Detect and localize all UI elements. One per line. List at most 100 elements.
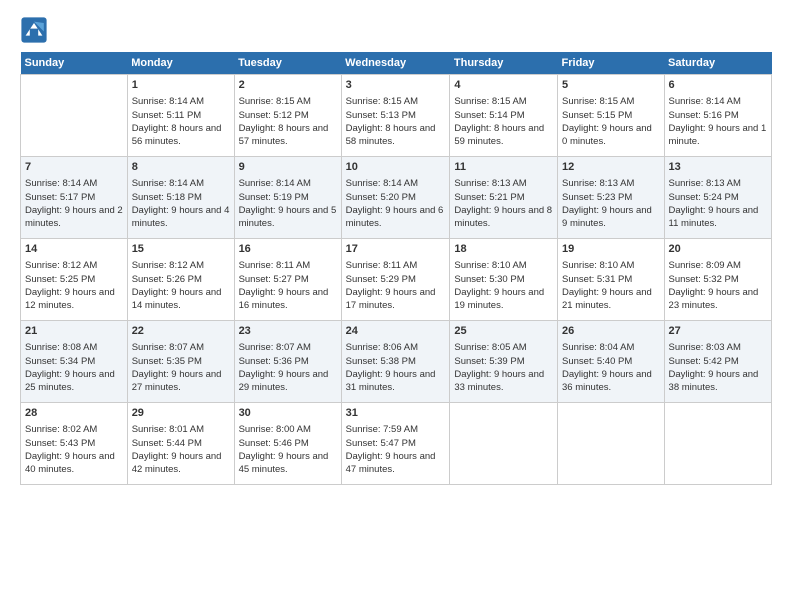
day-number: 10 [346,160,446,175]
sunset: Sunset: 5:34 PM [25,356,95,367]
calendar-day: 19Sunrise: 8:10 AMSunset: 5:31 PMDayligh… [558,239,665,321]
sunrise: Sunrise: 8:12 AM [25,260,97,271]
calendar-week: 1Sunrise: 8:14 AMSunset: 5:11 PMDaylight… [21,75,772,157]
sunrise: Sunrise: 8:15 AM [562,96,634,107]
calendar-day: 16Sunrise: 8:11 AMSunset: 5:27 PMDayligh… [234,239,341,321]
sunrise: Sunrise: 8:15 AM [239,96,311,107]
daylight: Daylight: 9 hours and 40 minutes. [25,451,115,475]
sunset: Sunset: 5:13 PM [346,110,416,121]
calendar-day: 10 Sunrise: 8:14 AM Sunset: 5:20 PM Dayligh… [341,157,450,239]
day-number: 12 [562,160,660,175]
calendar-day: 5Sunrise: 8:15 AMSunset: 5:15 PMDaylight… [558,75,665,157]
calendar-day [558,403,665,485]
daylight: Daylight: 8 hours and 56 minutes. [132,123,222,147]
day-number: 13 [669,160,767,175]
calendar-day: 23Sunrise: 8:07 AMSunset: 5:36 PMDayligh… [234,321,341,403]
sunrise: Sunrise: 8:02 AM [25,424,97,435]
calendar-day: 11Sunrise: 8:13 AMSunset: 5:21 PMDayligh… [450,157,558,239]
daylight: Daylight: 9 hours and 1 minute. [669,123,767,147]
sunrise: Sunrise: 8:14 AM [346,178,418,189]
sunset: Sunset: 5:18 PM [132,192,202,203]
weekday-header: Sunday [21,52,128,75]
sunset: Sunset: 5:20 PM [346,192,416,203]
sunset: Sunset: 5:27 PM [239,274,309,285]
daylight: Daylight: 9 hours and 6 minutes. [346,205,444,229]
sunset: Sunset: 5:35 PM [132,356,202,367]
day-number: 5 [562,78,660,93]
daylight: Daylight: 9 hours and 42 minutes. [132,451,222,475]
daylight: Daylight: 9 hours and 11 minutes. [669,205,759,229]
day-number: 20 [669,242,767,257]
day-number: 29 [132,406,230,421]
day-number: 31 [346,406,446,421]
sunset: Sunset: 5:44 PM [132,438,202,449]
sunset: Sunset: 5:23 PM [562,192,632,203]
weekday-header: Saturday [664,52,771,75]
calendar-day: 29 Sunrise: 8:01 AM Sunset: 5:44 PM Dayligh… [127,403,234,485]
daylight: Daylight: 9 hours and 4 minutes. [132,205,230,229]
daylight: Daylight: 9 hours and 5 minutes. [239,205,337,229]
sunrise: Sunrise: 7:59 AM [346,424,418,435]
sunrise: Sunrise: 8:14 AM [132,96,204,107]
sunset: Sunset: 5:15 PM [562,110,632,121]
calendar-day: 28 Sunrise: 8:02 AM Sunset: 5:43 PM Dayligh… [21,403,128,485]
sunset: Sunset: 5:26 PM [132,274,202,285]
calendar-header: SundayMondayTuesdayWednesdayThursdayFrid… [21,52,772,75]
day-number: 15 [132,242,230,257]
sunrise: Sunrise: 8:10 AM [454,260,526,271]
calendar-week: 14Sunrise: 8:12 AMSunset: 5:25 PMDayligh… [21,239,772,321]
weekday-header: Monday [127,52,234,75]
calendar-day: 18Sunrise: 8:10 AMSunset: 5:30 PMDayligh… [450,239,558,321]
calendar-day: 21Sunrise: 8:08 AMSunset: 5:34 PMDayligh… [21,321,128,403]
sunrise: Sunrise: 8:10 AM [562,260,634,271]
day-number: 3 [346,78,446,93]
sunrise: Sunrise: 8:07 AM [132,342,204,353]
day-number: 28 [25,406,123,421]
sunset: Sunset: 5:21 PM [454,192,524,203]
sunrise: Sunrise: 8:12 AM [132,260,204,271]
sunset: Sunset: 5:11 PM [132,110,202,121]
daylight: Daylight: 9 hours and 36 minutes. [562,369,652,393]
sunrise: Sunrise: 8:07 AM [239,342,311,353]
day-number: 22 [132,324,230,339]
daylight: Daylight: 9 hours and 17 minutes. [346,287,436,311]
calendar-day: 25Sunrise: 8:05 AMSunset: 5:39 PMDayligh… [450,321,558,403]
sunrise: Sunrise: 8:13 AM [562,178,634,189]
sunset: Sunset: 5:14 PM [454,110,524,121]
day-number: 7 [25,160,123,175]
calendar-body: 1Sunrise: 8:14 AMSunset: 5:11 PMDaylight… [21,75,772,485]
daylight: Daylight: 9 hours and 16 minutes. [239,287,329,311]
calendar-day: 22Sunrise: 8:07 AMSunset: 5:35 PMDayligh… [127,321,234,403]
calendar-day: 7Sunrise: 8:14 AMSunset: 5:17 PMDaylight… [21,157,128,239]
calendar-day: 3Sunrise: 8:15 AMSunset: 5:13 PMDaylight… [341,75,450,157]
daylight: Daylight: 8 hours and 59 minutes. [454,123,544,147]
calendar-day: 24Sunrise: 8:06 AMSunset: 5:38 PMDayligh… [341,321,450,403]
page-container: SundayMondayTuesdayWednesdayThursdayFrid… [0,0,792,495]
sunset: Sunset: 5:30 PM [454,274,524,285]
sunrise: Sunrise: 8:00 AM [239,424,311,435]
calendar-day: 13Sunrise: 8:13 AMSunset: 5:24 PMDayligh… [664,157,771,239]
daylight: Daylight: 9 hours and 25 minutes. [25,369,115,393]
sunrise: Sunrise: 8:14 AM [669,96,741,107]
day-number: 6 [669,78,767,93]
sunset: Sunset: 5:25 PM [25,274,95,285]
sunrise: Sunrise: 8:13 AM [669,178,741,189]
sunset: Sunset: 5:43 PM [25,438,95,449]
calendar-day: 6Sunrise: 8:14 AMSunset: 5:16 PMDaylight… [664,75,771,157]
day-number: 9 [239,160,337,175]
day-number: 30 [239,406,337,421]
day-number: 24 [346,324,446,339]
daylight: Daylight: 9 hours and 38 minutes. [669,369,759,393]
day-number: 17 [346,242,446,257]
daylight: Daylight: 8 hours and 58 minutes. [346,123,436,147]
sunrise: Sunrise: 8:08 AM [25,342,97,353]
calendar-day: 15 Sunrise: 8:12 AM Sunset: 5:26 PM Dayligh… [127,239,234,321]
sunrise: Sunrise: 8:11 AM [239,260,311,271]
daylight: Daylight: 9 hours and 14 minutes. [132,287,222,311]
calendar-day: 14Sunrise: 8:12 AMSunset: 5:25 PMDayligh… [21,239,128,321]
sunrise: Sunrise: 8:06 AM [346,342,418,353]
calendar-day: 17Sunrise: 8:11 AMSunset: 5:29 PMDayligh… [341,239,450,321]
sunrise: Sunrise: 8:01 AM [132,424,204,435]
sunset: Sunset: 5:47 PM [346,438,416,449]
daylight: Daylight: 9 hours and 19 minutes. [454,287,544,311]
